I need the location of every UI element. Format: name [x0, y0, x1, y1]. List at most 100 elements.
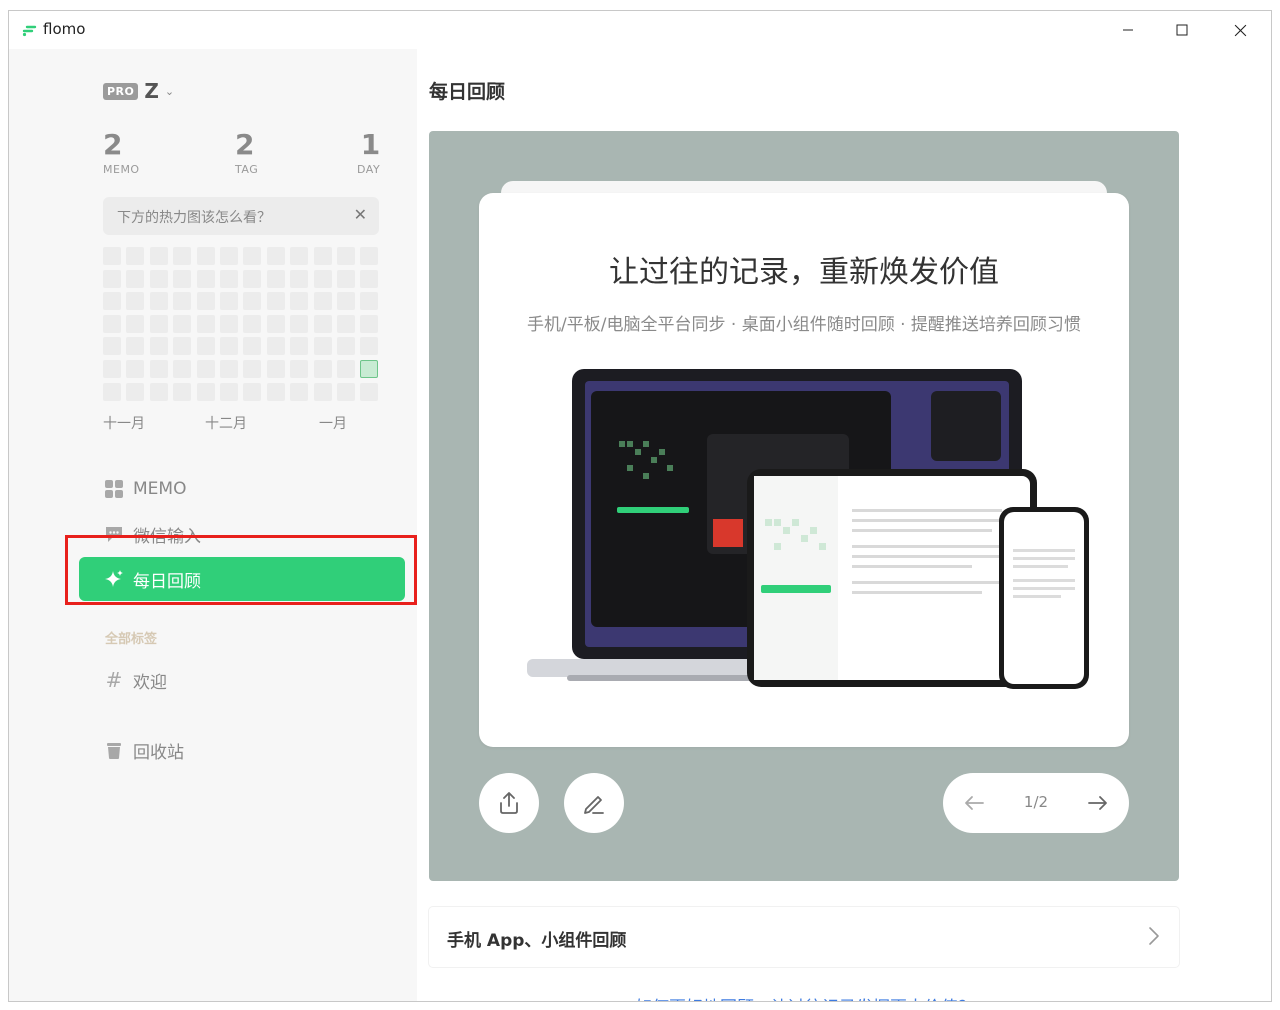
- heatmap-cell[interactable]: [173, 337, 191, 355]
- heatmap-cell[interactable]: [243, 247, 261, 265]
- heatmap-cell[interactable]: [314, 270, 332, 288]
- heatmap-cell[interactable]: [243, 315, 261, 333]
- heatmap-cell[interactable]: [197, 360, 215, 378]
- heatmap-cell[interactable]: [150, 292, 168, 310]
- heatmap-cell[interactable]: [103, 360, 121, 378]
- heatmap-cell[interactable]: [197, 383, 215, 401]
- heatmap-cell[interactable]: [150, 247, 168, 265]
- heatmap-cell[interactable]: [360, 292, 378, 310]
- heatmap-cell[interactable]: [150, 270, 168, 288]
- devices-illustration: [527, 369, 1089, 689]
- heatmap-cell[interactable]: [243, 360, 261, 378]
- heatmap-cell[interactable]: [126, 270, 144, 288]
- tag-label: 欢迎: [133, 672, 167, 693]
- heatmap-cell[interactable]: [150, 337, 168, 355]
- heatmap-cell[interactable]: [267, 383, 285, 401]
- mobile-app-widget-link[interactable]: 手机 App、小组件回顾: [429, 907, 1179, 967]
- heatmap-cell[interactable]: [243, 383, 261, 401]
- heatmap-cell[interactable]: [314, 247, 332, 265]
- heatmap-cell[interactable]: [267, 315, 285, 333]
- close-icon[interactable]: ✕: [354, 205, 367, 224]
- next-button[interactable]: [1083, 788, 1113, 818]
- heatmap-cell[interactable]: [290, 247, 308, 265]
- heatmap-cell[interactable]: [337, 383, 355, 401]
- user-menu[interactable]: PRO Z ⌄: [103, 79, 174, 103]
- review-guide-link[interactable]: 如何更好地回顾，让过往记录发挥更大价值？: [635, 993, 975, 1001]
- heatmap-cell[interactable]: [103, 247, 121, 265]
- heatmap-cell[interactable]: [290, 315, 308, 333]
- heatmap-cell[interactable]: [103, 315, 121, 333]
- heatmap-cell[interactable]: [290, 383, 308, 401]
- heatmap-cell[interactable]: [197, 292, 215, 310]
- heatmap-cell[interactable]: [197, 270, 215, 288]
- heatmap-cell[interactable]: [220, 247, 238, 265]
- heatmap-cell[interactable]: [267, 247, 285, 265]
- heatmap-cell[interactable]: [150, 383, 168, 401]
- heatmap-cell[interactable]: [220, 383, 238, 401]
- share-button[interactable]: [479, 773, 539, 833]
- heatmap-cell[interactable]: [220, 292, 238, 310]
- heatmap-cell[interactable]: [314, 337, 332, 355]
- nav-trash[interactable]: 回收站: [79, 728, 405, 772]
- heatmap-cell[interactable]: [267, 360, 285, 378]
- heatmap-cell[interactable]: [314, 360, 332, 378]
- heatmap-cell[interactable]: [220, 337, 238, 355]
- heatmap-cell[interactable]: [220, 360, 238, 378]
- heatmap-cell[interactable]: [173, 315, 191, 333]
- heatmap-cell[interactable]: [360, 270, 378, 288]
- heatmap-cell[interactable]: [337, 292, 355, 310]
- heatmap-cell[interactable]: [360, 337, 378, 355]
- heatmap-cell[interactable]: [126, 315, 144, 333]
- minimize-button[interactable]: [1099, 11, 1157, 49]
- heatmap-cell[interactable]: [103, 270, 121, 288]
- heatmap-cell[interactable]: [337, 337, 355, 355]
- heatmap-cell[interactable]: [150, 315, 168, 333]
- heatmap-cell[interactable]: [126, 292, 144, 310]
- heatmap-cell[interactable]: [126, 383, 144, 401]
- heatmap-cell[interactable]: [243, 292, 261, 310]
- close-window-button[interactable]: [1211, 11, 1269, 49]
- heatmap-cell[interactable]: [314, 315, 332, 333]
- heatmap-cell[interactable]: [197, 337, 215, 355]
- maximize-button[interactable]: [1153, 11, 1211, 49]
- heatmap-cell[interactable]: [290, 292, 308, 310]
- heatmap-cell[interactable]: [220, 315, 238, 333]
- heatmap-cell[interactable]: [243, 270, 261, 288]
- heatmap-cell[interactable]: [103, 292, 121, 310]
- heatmap-cell[interactable]: [337, 270, 355, 288]
- heatmap-cell[interactable]: [337, 247, 355, 265]
- heatmap-cell[interactable]: [337, 315, 355, 333]
- heatmap-cell[interactable]: [360, 315, 378, 333]
- heatmap-cell[interactable]: [173, 383, 191, 401]
- heatmap-cell[interactable]: [220, 270, 238, 288]
- heatmap-cell[interactable]: [126, 247, 144, 265]
- heatmap-cell[interactable]: [267, 270, 285, 288]
- heatmap-cell[interactable]: [290, 360, 308, 378]
- heatmap-cell[interactable]: [314, 292, 332, 310]
- heatmap-cell[interactable]: [337, 360, 355, 378]
- heatmap-cell[interactable]: [150, 360, 168, 378]
- heatmap-cell[interactable]: [360, 383, 378, 401]
- heatmap-cell[interactable]: [267, 292, 285, 310]
- heatmap-cell[interactable]: [126, 360, 144, 378]
- tag-item-welcome[interactable]: # 欢迎: [79, 658, 405, 702]
- edit-button[interactable]: [564, 773, 624, 833]
- heatmap-cell[interactable]: [173, 292, 191, 310]
- heatmap-cell[interactable]: [173, 247, 191, 265]
- heatmap-cell[interactable]: [197, 315, 215, 333]
- nav-memo[interactable]: MEMO: [79, 467, 405, 511]
- heatmap-cell[interactable]: [290, 337, 308, 355]
- heatmap-cell[interactable]: [173, 270, 191, 288]
- heatmap-cell[interactable]: [103, 383, 121, 401]
- heatmap-tip[interactable]: 下方的热力图该怎么看？ ✕: [103, 197, 379, 235]
- heatmap-cell[interactable]: [360, 360, 378, 378]
- heatmap-cell[interactable]: [243, 337, 261, 355]
- heatmap-cell[interactable]: [126, 337, 144, 355]
- heatmap-cell[interactable]: [197, 247, 215, 265]
- heatmap-cell[interactable]: [360, 247, 378, 265]
- heatmap-cell[interactable]: [290, 270, 308, 288]
- heatmap-cell[interactable]: [173, 360, 191, 378]
- heatmap-cell[interactable]: [103, 337, 121, 355]
- heatmap-cell[interactable]: [267, 337, 285, 355]
- heatmap-cell[interactable]: [314, 383, 332, 401]
